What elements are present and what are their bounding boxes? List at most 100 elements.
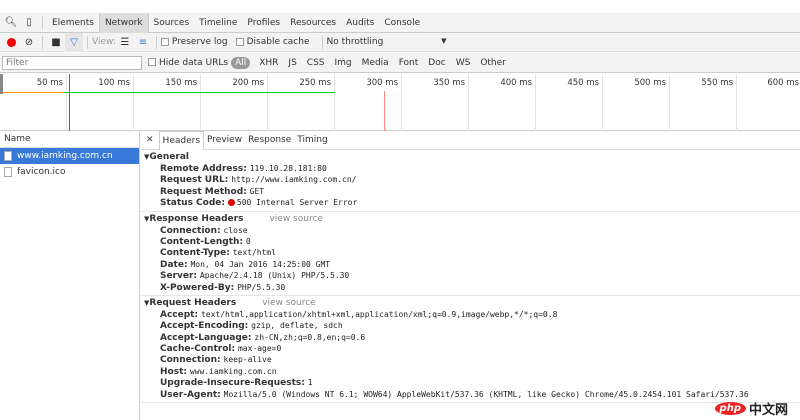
header-name: Upgrade-Insecure-Requests:: [160, 378, 305, 389]
header-row: Server: Apache/2.4.18 (Unix) PHP/5.5.30: [144, 270, 800, 281]
filter-type-js[interactable]: JS: [283, 58, 301, 68]
header-name: Date:: [160, 259, 188, 270]
header-row: Status Code: 500 Internal Server Error: [144, 197, 800, 208]
header-name: Content-Type:: [160, 248, 230, 259]
section-title: General: [149, 152, 189, 162]
section-title: Request Headers: [149, 297, 237, 308]
tab-network[interactable]: Network: [98, 12, 149, 33]
header-row: Connection: close: [144, 225, 800, 236]
tab-timeline[interactable]: Timeline: [194, 13, 242, 33]
top-strip: [0, 0, 800, 13]
divider: [42, 35, 43, 49]
header-row: Content-Length: 0: [144, 236, 800, 247]
header-name: Request URL:: [160, 175, 229, 186]
tab-console[interactable]: Console: [379, 13, 425, 33]
camera-icon[interactable]: ■: [47, 37, 65, 48]
filter-type-css[interactable]: CSS: [302, 58, 330, 68]
header-name: Host:: [160, 366, 187, 377]
header-value: GET: [249, 186, 265, 196]
clear-icon[interactable]: ⊘: [20, 37, 38, 48]
header-name: Connection:: [160, 355, 221, 366]
view-source-link[interactable]: view source: [269, 214, 322, 224]
devtools-tabbar: 🔍︎ ▯ Elements Network Sources Timeline Profi…: [0, 12, 800, 33]
header-row: Request Method: GET: [144, 186, 800, 197]
status-error-icon: [227, 199, 235, 207]
tab-resources[interactable]: Resources: [285, 13, 341, 33]
header-row: Request URL: http://www.iamking.com.cn/: [144, 174, 800, 185]
tab-response[interactable]: Response: [245, 131, 294, 150]
hide-data-urls-checkbox[interactable]: Hide data URLs: [148, 58, 231, 68]
network-toolbar: ⊘ ■ ▽ View: ☰ ≡ Preserve log Disable cac…: [0, 32, 800, 52]
tab-audits[interactable]: Audits: [341, 13, 379, 33]
request-list: Name www.iamking.com.cn favicon.ico: [0, 131, 140, 420]
timeline-gridline: 600 ms: [0, 74, 800, 131]
name-column-header[interactable]: Name: [0, 131, 139, 148]
header-row: Accept-Encoding: gzip, deflate, sdch: [144, 320, 800, 331]
close-icon[interactable]: ✕: [141, 131, 159, 150]
tab-elements[interactable]: Elements: [47, 13, 99, 33]
details-tabbar: ✕ Headers Preview Response Timing: [141, 130, 800, 150]
header-value: www.iamking.com.cn: [189, 366, 277, 376]
header-value: http://www.iamking.com.cn/: [231, 175, 357, 185]
record-icon[interactable]: [2, 37, 20, 47]
filter-type-font[interactable]: Font: [394, 58, 424, 68]
header-value: text/html: [232, 248, 277, 258]
filter-type-all[interactable]: All: [231, 56, 251, 69]
list-view-icon[interactable]: ☰: [116, 37, 134, 48]
tab-preview[interactable]: Preview: [204, 131, 245, 150]
php-cn-watermark: php 中文网: [714, 399, 788, 418]
filter-type-doc[interactable]: Doc: [423, 58, 450, 68]
preserve-log-checkbox[interactable]: Preserve log: [160, 37, 236, 47]
header-row: User-Agent: Mozilla/5.0 (Windows NT 6.1;…: [144, 389, 800, 400]
tab-headers[interactable]: Headers: [158, 130, 205, 150]
header-value: text/html,application/xhtml+xml,applicat…: [200, 309, 558, 319]
header-value: 119.10.28.181:80: [249, 164, 327, 173]
timeline-overview[interactable]: 50 ms 100 ms 150 ms 200 ms 250 ms 300 ms 350 m…: [0, 74, 800, 131]
request-row[interactable]: www.iamking.com.cn: [0, 148, 139, 164]
header-row: Upgrade-Insecure-Requests: 1: [144, 377, 800, 388]
header-name: Status Code:: [160, 198, 225, 209]
header-value: close: [223, 225, 248, 235]
header-row: Host: www.iamking.com.cn: [144, 366, 800, 377]
header-name: Cache-Control:: [160, 344, 236, 355]
header-name: X-Powered-By:: [160, 282, 235, 293]
overview-handle[interactable]: [0, 74, 3, 94]
filter-type-other[interactable]: Other: [475, 58, 511, 68]
file-icon: [4, 167, 12, 177]
section-header[interactable]: ▼Request Headers view source: [144, 297, 800, 309]
filter-type-xhr[interactable]: XHR: [254, 58, 283, 68]
header-name: Remote Address:: [160, 164, 247, 174]
filter-input[interactable]: [2, 55, 142, 70]
request-details: ✕ Headers Preview Response Timing ▼Gener…: [141, 130, 800, 420]
view-source-link[interactable]: view source: [262, 298, 315, 308]
filter-type-ws[interactable]: WS: [451, 58, 476, 68]
section-header[interactable]: ▼General: [144, 151, 800, 163]
inspect-icon[interactable]: 🔍︎: [2, 17, 20, 28]
filter-type-img[interactable]: Img: [330, 58, 357, 68]
request-row[interactable]: favicon.ico: [0, 164, 139, 180]
dropdown-arrow-icon: ▼: [441, 37, 447, 45]
header-value: 1: [307, 378, 313, 388]
divider: [155, 35, 157, 49]
device-mode-icon[interactable]: ▯: [20, 17, 38, 28]
header-name: User-Agent:: [160, 389, 221, 400]
header-value: Mon, 04 Jan 2016 14:25:00 GMT: [190, 259, 331, 269]
tab-sources[interactable]: Sources: [149, 13, 195, 33]
header-value: Mozilla/5.0 (Windows NT 6.1; WOW64) Appl…: [223, 389, 749, 399]
header-row: X-Powered-By: PHP/5.5.30: [144, 282, 800, 293]
waterfall-view-icon[interactable]: ≡: [134, 37, 152, 48]
header-value: zh-CN,zh;q=0.8,en;q=0.6: [254, 332, 366, 342]
header-row: Accept: text/html,application/xhtml+xml,…: [144, 309, 800, 320]
filter-type-media[interactable]: Media: [357, 58, 394, 68]
header-name: Accept-Language:: [160, 332, 252, 343]
throttling-select[interactable]: No throttling ▼: [327, 37, 447, 47]
header-value: PHP/5.5.30: [237, 282, 286, 292]
tab-timing[interactable]: Timing: [294, 131, 330, 150]
file-icon: [4, 151, 12, 161]
tab-profiles[interactable]: Profiles: [242, 13, 285, 33]
section-header[interactable]: ▼Response Headers view source: [144, 213, 800, 225]
filter-icon[interactable]: ▽: [65, 32, 83, 52]
load-line: [384, 91, 385, 131]
disable-cache-checkbox[interactable]: Disable cache: [235, 37, 318, 47]
section-request: ▼Request Headers view source Accept: text/…: [141, 296, 800, 404]
